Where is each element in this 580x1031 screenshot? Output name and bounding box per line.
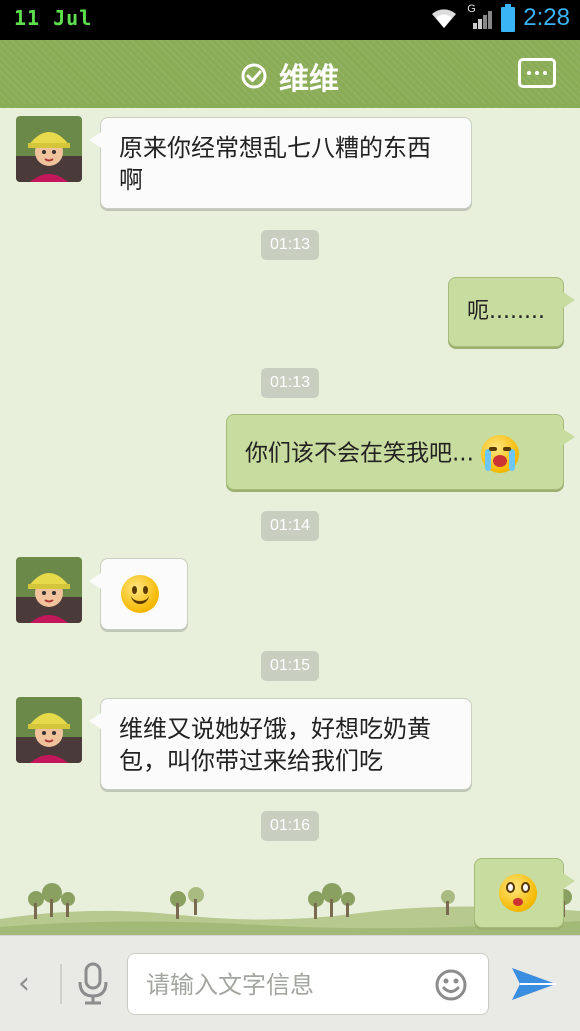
incoming-message[interactable]: 原来你经常想乱七八糟的东西啊	[89, 117, 472, 209]
smiley-icon[interactable]	[434, 968, 468, 1002]
timestamp: 01:16	[261, 811, 319, 841]
status-date: 11 Jul	[14, 6, 93, 30]
timestamp: 01:13	[261, 230, 319, 260]
signal-icon: G	[467, 3, 493, 31]
message-text: 维维又说她好饿，好想吃奶黄包，叫你带过来给我们吃	[119, 715, 431, 775]
microphone-icon[interactable]	[76, 962, 110, 1006]
message-input-box[interactable]	[127, 953, 489, 1015]
status-bar: 11 Jul G 2:28	[0, 0, 580, 40]
title-group: 维维	[0, 54, 580, 98]
check-circle-icon	[241, 63, 267, 89]
crying-face-icon	[481, 435, 520, 473]
avatar[interactable]	[16, 697, 82, 763]
status-icons: G 2:28	[429, 3, 570, 32]
more-options-button[interactable]	[518, 58, 556, 88]
timestamp: 01:15	[261, 651, 319, 681]
incoming-message[interactable]: 维维又说她好饿，好想吃奶黄包，叫你带过来给我们吃	[89, 698, 472, 790]
chevron-left-icon[interactable]: ‹	[18, 966, 30, 1001]
message-text: 呃........	[467, 299, 545, 324]
input-bar: ‹	[0, 935, 580, 1031]
chat-header: 维维	[0, 40, 580, 108]
message-list[interactable]: 原来你经常想乱七八糟的东西啊 01:13 呃........ 01:13 你们该…	[0, 108, 580, 935]
ellipsis-icon	[527, 71, 531, 75]
surprised-face-icon	[499, 874, 537, 912]
outgoing-message[interactable]: 呃........	[448, 277, 575, 347]
chat-title: 维维	[279, 62, 339, 97]
outgoing-message[interactable]: 你们该不会在笑我吧...	[226, 414, 575, 490]
smiling-face-icon	[121, 575, 159, 613]
avatar[interactable]	[16, 116, 82, 182]
avatar[interactable]	[16, 557, 82, 623]
wifi-icon	[432, 9, 457, 28]
timestamp: 01:14	[261, 511, 319, 541]
divider	[60, 964, 62, 1004]
message-text: 你们该不会在笑我吧...	[245, 440, 474, 467]
status-time: 2:28	[523, 4, 570, 31]
message-input[interactable]	[146, 968, 426, 1002]
outgoing-message[interactable]	[474, 858, 575, 928]
timestamp: 01:13	[261, 368, 319, 398]
battery-icon	[501, 4, 516, 32]
message-text: 原来你经常想乱七八糟的东西啊	[119, 134, 431, 194]
paper-plane-icon[interactable]	[510, 964, 558, 1004]
incoming-message[interactable]	[89, 558, 188, 630]
